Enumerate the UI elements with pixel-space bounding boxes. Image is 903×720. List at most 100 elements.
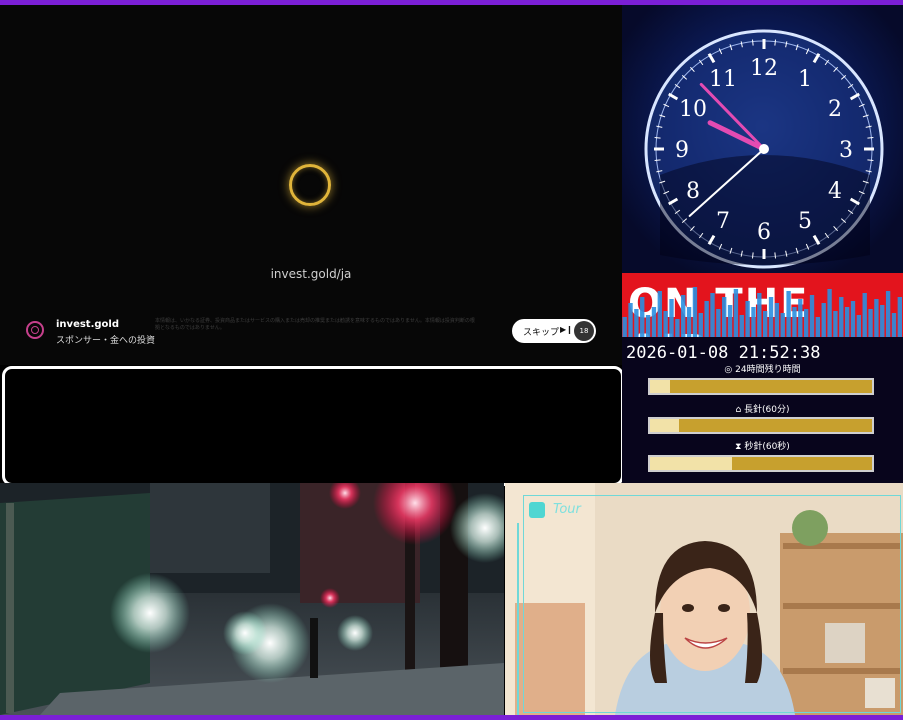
webcam-title: Tour <box>553 502 581 517</box>
equalizer-bar <box>745 301 750 337</box>
clock-number: 5 <box>798 209 812 234</box>
onair-banner: ON THE AIR <box>622 273 903 337</box>
equalizer-bar <box>868 309 873 337</box>
clock-number: 4 <box>828 179 842 204</box>
equalizer-bar <box>651 307 657 337</box>
clock-number: 3 <box>839 138 853 163</box>
label-day-text: 24時間残り時間 <box>735 365 801 375</box>
progress-minute-fill <box>650 457 733 470</box>
equalizer-bar <box>833 311 838 337</box>
chat-panel <box>2 366 624 486</box>
equalizer-bar <box>675 319 680 337</box>
clock-number: 11 <box>709 67 737 92</box>
earth-shadow <box>660 155 870 265</box>
equalizer-bar <box>821 303 826 337</box>
equalizer-bar <box>862 293 867 337</box>
clock-tick <box>774 39 776 46</box>
equalizer-bar <box>733 289 739 337</box>
label-minute: ⧗ 秒針(60秒) <box>735 442 790 452</box>
equalizer-bar <box>780 313 785 337</box>
equalizer-bar <box>698 313 703 337</box>
equalizer-bar <box>634 309 639 337</box>
sponsor-subtitle: スポンサー・金への投資 <box>56 336 156 346</box>
progress-hour-fill <box>650 419 679 432</box>
clock-number: 9 <box>675 138 689 163</box>
clock-tick <box>654 137 661 139</box>
bottom-border <box>0 715 903 720</box>
analog-clock: 12 12 3 45 6 78 9 1011 <box>644 29 884 269</box>
clock-tick <box>654 159 661 161</box>
equalizer-bar <box>844 307 850 337</box>
equalizer-bar <box>710 293 715 337</box>
equalizer-bar <box>839 297 844 337</box>
equalizer-bar <box>798 299 803 337</box>
progress-day-fill <box>650 380 670 393</box>
datetime-display: 2026-01-08 21:52:38 <box>626 343 821 363</box>
ad-disclaimer: 本情報は、いかなる証券、投資商品またはサービスの購入または売却の推奨または勧誘を… <box>155 318 475 331</box>
equalizer-bar <box>856 315 862 337</box>
progress-minute <box>648 455 874 472</box>
equalizer-bar <box>815 317 821 337</box>
equalizer-bar <box>657 291 662 337</box>
equalizer-bar <box>722 297 727 337</box>
progress-hour <box>648 417 874 434</box>
ad-player[interactable]: invest.gold/ja invest.gold スポンサー・金への投資 本… <box>0 5 622 365</box>
equalizer-bar <box>704 301 709 337</box>
label-day-remaining: ◎ 24時間残り時間 <box>724 365 801 375</box>
ad-url[interactable]: invest.gold/ja <box>0 267 622 281</box>
equalizer-bar <box>645 315 651 337</box>
equalizer-bar <box>727 305 733 337</box>
clock-panel: 12 12 3 45 6 78 9 1011 ON THE AIR 2026-01-08 21… <box>622 5 903 483</box>
equalizer-bar <box>874 299 879 337</box>
equalizer-bar <box>763 311 768 337</box>
label-minute-text: 秒針(60秒) <box>744 442 790 452</box>
equalizer-bar <box>686 307 692 337</box>
equalizer-bar <box>850 301 856 337</box>
equalizer-bar <box>891 313 897 337</box>
street-camera-feed <box>0 483 504 715</box>
street-scene <box>0 483 504 715</box>
equalizer-bar <box>669 299 674 337</box>
equalizer-bar <box>897 297 902 337</box>
clock-tick <box>867 159 874 161</box>
webcam-feed: Tour <box>505 483 903 715</box>
tour-logo-icon <box>529 502 545 518</box>
clock-number: 1 <box>798 67 812 92</box>
clock-number: 7 <box>716 209 730 234</box>
clock-number: 10 <box>679 97 707 122</box>
clock-number: 8 <box>686 179 700 204</box>
progress-day <box>648 378 874 395</box>
skip-countdown: 18 <box>574 321 594 341</box>
clock-center <box>759 144 769 154</box>
clock-tick <box>867 137 874 139</box>
clock-tick <box>774 252 776 259</box>
equalizer-bar <box>809 295 815 337</box>
equalizer-bar <box>792 307 797 337</box>
equalizer-bar <box>640 297 645 337</box>
equalizer-bar <box>786 291 791 337</box>
equalizer-bar <box>774 303 780 337</box>
equalizer-bar <box>751 307 756 337</box>
label-hour: ⌂ 長針(60分) <box>735 405 790 415</box>
skip-label: スキップ <box>523 328 560 338</box>
clock-tick <box>752 252 754 259</box>
equalizer-bar <box>880 305 885 337</box>
clock-tick <box>752 39 754 46</box>
equalizer-bar <box>739 315 744 337</box>
loading-ring-icon <box>289 164 331 206</box>
equalizer-bar <box>885 291 891 337</box>
equalizer-bar <box>827 289 832 337</box>
skip-ad-button[interactable]: スキップ ▶❙ 18 <box>512 319 596 343</box>
clock-number: 12 <box>750 56 778 81</box>
equalizer-bar <box>622 317 627 337</box>
skip-next-icon: ▶❙ <box>560 325 573 334</box>
equalizer-bar <box>663 311 668 337</box>
equalizer <box>622 287 902 337</box>
sponsor-name[interactable]: invest.gold <box>56 319 119 330</box>
equalizer-bar <box>757 293 762 337</box>
equalizer-bar <box>716 309 721 337</box>
clock-number: 6 <box>757 220 771 245</box>
equalizer-bar <box>768 297 774 337</box>
sponsor-logo-icon[interactable] <box>26 321 44 339</box>
clock-number: 2 <box>828 97 842 122</box>
